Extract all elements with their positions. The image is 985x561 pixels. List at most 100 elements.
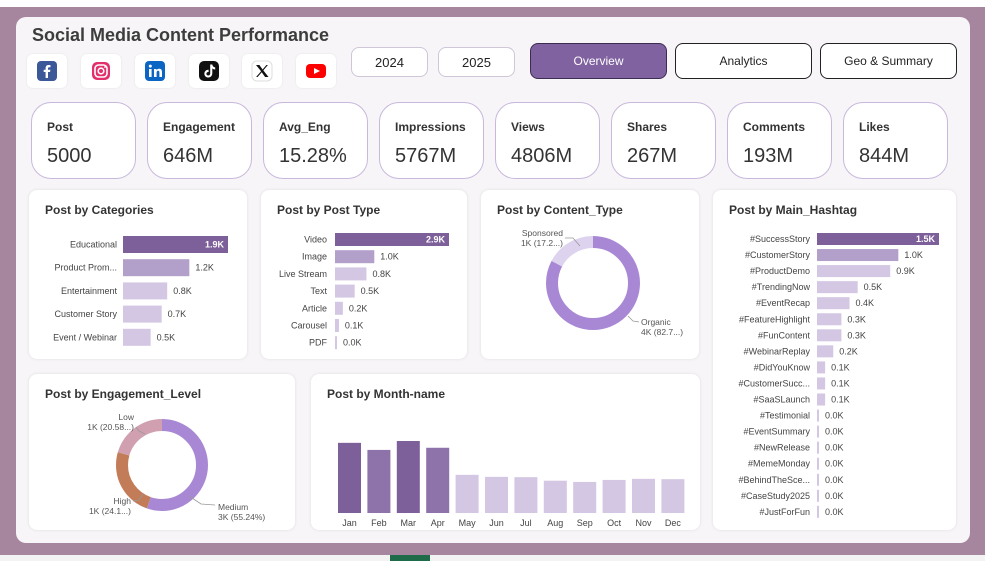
geo-summary-button[interactable]: Geo & Summary <box>820 43 957 79</box>
data-label: 0.5K <box>157 332 176 342</box>
bar <box>817 281 858 294</box>
linkedin-button[interactable] <box>135 54 175 88</box>
data-label: 1.0K <box>380 252 399 262</box>
category-label: Customer Story <box>54 309 117 319</box>
slice-name-label: Organic <box>641 317 672 327</box>
month-label: Sep <box>577 518 593 528</box>
bar <box>335 267 367 281</box>
kpi-card-shares: Shares 267M <box>611 102 716 179</box>
bar <box>367 449 391 513</box>
bar <box>123 305 162 323</box>
bar <box>817 361 826 374</box>
panel-post-by-content-type: Post by Content_Type Organic 4K (82.7...)… <box>481 190 699 359</box>
slice-value-label: 3K (55.24%) <box>218 512 265 522</box>
category-label: #ProductDemo <box>750 266 810 276</box>
bar <box>123 259 190 277</box>
category-label: Live Stream <box>279 269 327 279</box>
bar <box>426 447 450 513</box>
bar <box>573 481 597 513</box>
data-label: 0.3K <box>847 330 866 340</box>
slice-name-label: High <box>114 496 132 506</box>
bar <box>817 393 826 406</box>
kpi-label: Views <box>511 120 545 134</box>
post-type-bar-chart: Video 2.9K Image 1.0K Live Stream 0.8K Text 0.5… <box>279 233 449 350</box>
overview-button[interactable]: Overview <box>530 43 667 79</box>
data-label: 0.8K <box>372 269 391 279</box>
kpi-value: 15.28% <box>279 145 347 167</box>
data-label: 0.1K <box>345 321 364 331</box>
category-label: #JustForFun <box>759 507 810 517</box>
facebook-icon <box>37 61 57 81</box>
kpi-label: Shares <box>627 120 668 134</box>
slice-name-label: Medium <box>218 502 248 512</box>
instagram-icon <box>92 62 110 80</box>
bar <box>514 477 538 513</box>
kpi-value: 267M <box>627 145 678 167</box>
category-label: PDF <box>309 338 328 348</box>
youtube-button[interactable] <box>296 54 336 88</box>
slice-value-label: 1K (24.1...) <box>89 506 131 516</box>
kpi-value: 4806M <box>511 145 573 167</box>
panel-post-by-engagement-level: Post by Engagement_Level Medium 3K (55.24… <box>29 374 295 530</box>
data-label: 0.0K <box>825 411 844 421</box>
month-label: Dec <box>665 518 682 528</box>
kpi-card-engagement: Engagement 646M <box>147 102 252 179</box>
month-label: Jul <box>520 518 532 528</box>
category-label: #WebinarReplay <box>744 346 811 356</box>
slice-value-label: 1K (17.2...) <box>521 238 563 248</box>
kpi-label: Comments <box>743 120 806 134</box>
dashboard-title: Social Media Content Performance <box>32 25 330 45</box>
category-label: #TrendingNow <box>752 282 811 292</box>
bar <box>396 441 420 513</box>
year-2025-button[interactable]: 2025 <box>438 47 515 77</box>
category-label: Image <box>302 252 327 262</box>
category-label: #CaseStudy2025 <box>741 491 810 501</box>
month-label: Aug <box>547 518 563 528</box>
facebook-button[interactable] <box>27 54 67 88</box>
category-label: Text <box>310 286 327 296</box>
category-label: #Testimonial <box>760 411 810 421</box>
category-label: Carousel <box>291 321 327 331</box>
bar <box>817 457 819 470</box>
data-label: 1.5K <box>916 234 936 244</box>
panel-post-by-main-hashtag: Post by Main_Hashtag #SuccessStory 1.5K #C… <box>713 190 956 530</box>
bar <box>543 480 567 513</box>
category-label: Product Prom... <box>54 263 117 273</box>
month-label: Oct <box>607 518 622 528</box>
data-label: 0.1K <box>831 378 850 388</box>
panel-post-by-post-type: Post by Post Type Video 2.9K Image 1.0K Live… <box>261 190 467 359</box>
active-sheet-marker <box>390 555 430 561</box>
bar <box>817 249 899 262</box>
month-label: Feb <box>371 518 387 528</box>
analytics-button[interactable]: Analytics <box>675 43 812 79</box>
category-label: Educational <box>70 240 117 250</box>
month-label: Mar <box>401 518 417 528</box>
bar <box>335 284 355 298</box>
hashtag-bar-chart: #SuccessStory 1.5K #CustomerStory 1.0K #Prod… <box>738 233 939 518</box>
bar <box>661 479 685 513</box>
bar <box>817 345 834 358</box>
panel-post-by-categories: Post by Categories Educational 1.9K Produc… <box>29 190 247 359</box>
kpi-card-comments: Comments 193M <box>727 102 832 179</box>
youtube-icon <box>306 64 326 78</box>
data-label: 0.2K <box>349 303 368 313</box>
year-2024-button[interactable]: 2024 <box>351 47 428 77</box>
category-label: #MemeMonday <box>748 459 811 469</box>
category-label: Video <box>304 235 327 245</box>
category-label: Article <box>302 303 327 313</box>
data-label: 0.5K <box>864 282 883 292</box>
kpi-label: Engagement <box>163 120 236 134</box>
slice-value-label: 4K (82.7...) <box>641 327 683 337</box>
category-label: Entertainment <box>61 286 118 296</box>
dashboard-canvas: Social Media Content Performance 2024 20… <box>16 17 970 543</box>
bar <box>335 250 375 264</box>
kpi-value: 646M <box>163 145 214 167</box>
bar <box>817 377 826 390</box>
bar <box>817 505 819 518</box>
x-button[interactable] <box>242 54 282 88</box>
instagram-button[interactable] <box>81 54 121 88</box>
tiktok-button[interactable] <box>189 54 229 88</box>
top-window-strip <box>0 0 985 7</box>
data-label: 0.2K <box>839 346 858 356</box>
kpi-value: 844M <box>859 145 910 167</box>
